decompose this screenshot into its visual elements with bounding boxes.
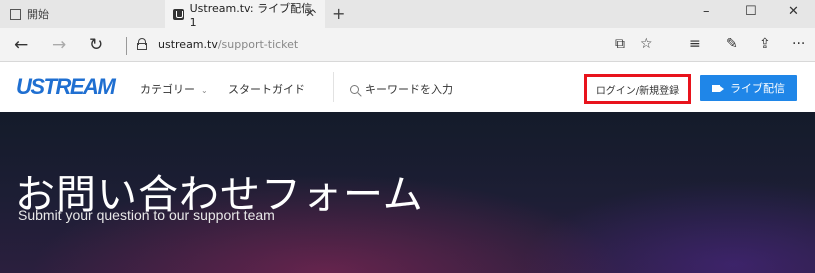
address-separator: [126, 37, 127, 55]
browser-tab-bar: 開始 Ustream.tv: ライブ配信、1 ✕ + – ☐ ✕: [0, 0, 815, 29]
search-placeholder: キーワードを入力: [365, 83, 453, 96]
url-host: ustream.tv: [158, 38, 218, 51]
page-subtitle: Submit your question to our support team: [18, 207, 275, 223]
url-path: /support-ticket: [217, 38, 299, 51]
address-url[interactable]: ustream.tv/support-ticket: [158, 38, 298, 51]
search-icon: [350, 84, 359, 94]
live-label: ライブ配信: [730, 82, 785, 95]
page-icon: [10, 8, 21, 20]
camera-icon: [712, 84, 724, 93]
start-guide-link[interactable]: スタートガイド: [228, 81, 305, 97]
login-register-button[interactable]: ログイン/新規登録: [584, 74, 691, 104]
keyword-search[interactable]: キーワードを入力: [350, 81, 453, 97]
forward-button[interactable]: →: [52, 35, 66, 55]
tab-start[interactable]: 開始: [0, 0, 163, 28]
chevron-down-icon: ⌄: [201, 86, 208, 95]
new-tab-button[interactable]: +: [332, 4, 345, 23]
refresh-button[interactable]: ↻: [89, 35, 103, 55]
more-icon[interactable]: ···: [792, 36, 805, 52]
share-icon[interactable]: ⇪: [759, 36, 771, 52]
category-label: カテゴリー: [140, 83, 195, 96]
ustream-logo[interactable]: USTREAM: [16, 74, 116, 100]
web-note-icon[interactable]: ✎: [726, 36, 738, 52]
hero-banner: お問い合わせフォーム Submit your question to our s…: [0, 112, 815, 273]
reading-view-icon[interactable]: ⧉: [615, 36, 625, 52]
back-button[interactable]: ←: [14, 35, 28, 55]
live-broadcast-button[interactable]: ライブ配信: [700, 75, 797, 101]
lock-icon: [137, 38, 147, 50]
close-window-button[interactable]: ✕: [788, 4, 799, 19]
hub-icon[interactable]: ≡: [689, 36, 701, 52]
minimize-button[interactable]: –: [703, 4, 710, 19]
header-divider: [333, 72, 334, 102]
maximize-button[interactable]: ☐: [745, 4, 757, 19]
ustream-favicon-icon: [173, 8, 184, 20]
site-header: USTREAM カテゴリー ⌄ スタートガイド キーワードを入力 ログイン/新規登…: [0, 62, 815, 112]
favorite-star-icon[interactable]: ☆: [640, 36, 653, 52]
tab-label: 開始: [27, 8, 49, 21]
category-menu[interactable]: カテゴリー ⌄: [140, 81, 208, 97]
tab-ustream[interactable]: Ustream.tv: ライブ配信、1 ✕: [165, 0, 325, 29]
tab-close-icon[interactable]: ✕: [305, 6, 315, 20]
address-bar-row: ← → ↻ ustream.tv/support-ticket ⧉ ☆ ≡ ✎ …: [0, 28, 815, 62]
